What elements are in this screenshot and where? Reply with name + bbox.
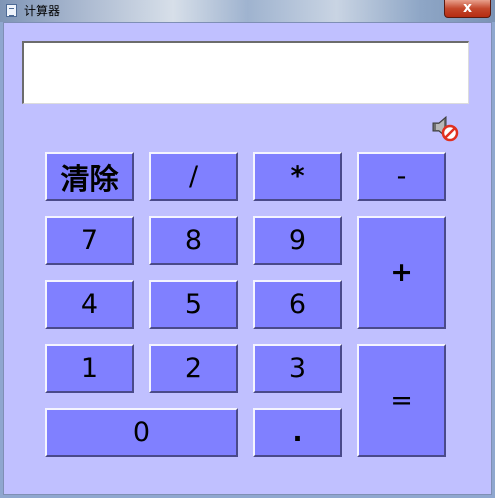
window-title: 计算器 <box>24 4 61 18</box>
app-icon <box>6 4 17 17</box>
digit-9-button[interactable]: 9 <box>253 216 342 265</box>
digit-4-button[interactable]: 4 <box>45 280 134 329</box>
plus-button[interactable]: + <box>357 216 446 329</box>
digit-3-button[interactable]: 3 <box>253 344 342 393</box>
display-field[interactable] <box>22 41 469 104</box>
speaker-muted-icon[interactable] <box>430 113 460 143</box>
divide-button[interactable]: / <box>149 152 238 201</box>
decimal-point-button[interactable]: . <box>253 408 342 457</box>
digit-2-button[interactable]: 2 <box>149 344 238 393</box>
digit-7-button[interactable]: 7 <box>45 216 134 265</box>
digit-5-button[interactable]: 5 <box>149 280 238 329</box>
clear-button[interactable]: 清除 <box>45 152 134 201</box>
digit-1-button[interactable]: 1 <box>45 344 134 393</box>
digit-6-button[interactable]: 6 <box>253 280 342 329</box>
digit-0-button[interactable]: 0 <box>45 408 238 457</box>
digit-8-button[interactable]: 8 <box>149 216 238 265</box>
multiply-button[interactable]: * <box>253 152 342 201</box>
equals-button[interactable]: = <box>357 344 446 457</box>
title-bar[interactable]: 计算器 x <box>0 0 495 22</box>
minus-button[interactable]: - <box>357 152 446 201</box>
close-button[interactable]: x <box>444 0 491 18</box>
